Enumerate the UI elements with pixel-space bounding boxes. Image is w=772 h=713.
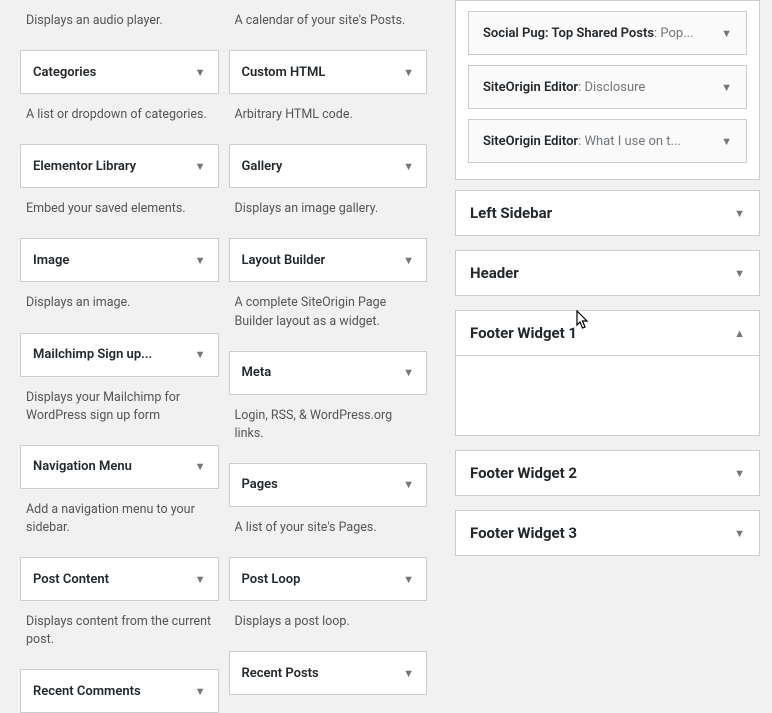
widget-title: Image <box>33 253 69 268</box>
chevron-down-icon: ▼ <box>195 460 206 473</box>
widget-title: Post Loop <box>242 572 301 587</box>
chevron-up-icon: ▲ <box>734 327 745 340</box>
widget-layout-builder[interactable]: Layout Builder ▼ <box>229 238 428 282</box>
chevron-down-icon: ▼ <box>734 527 745 540</box>
widget-pages[interactable]: Pages ▼ <box>229 463 428 507</box>
widget-desc: A list or dropdown of categories. <box>20 94 219 144</box>
placed-widget-social-pug[interactable]: Social Pug: Top Shared Posts: Pop... ▼ <box>468 11 747 55</box>
chevron-down-icon: ▼ <box>195 160 206 173</box>
widget-navigation-menu[interactable]: Navigation Menu ▼ <box>20 445 219 489</box>
area-title: Footer Widget 1 <box>470 324 577 342</box>
available-widgets-col-1: Displays an audio player. Categories ▼ A… <box>20 0 219 713</box>
widget-recent-posts[interactable]: Recent Posts ▼ <box>229 651 428 695</box>
sidebar-area-open: Social Pug: Top Shared Posts: Pop... ▼ S… <box>455 0 760 180</box>
sidebar-area-left-sidebar[interactable]: Left Sidebar ▼ <box>455 190 760 236</box>
chevron-down-icon: ▼ <box>734 467 745 480</box>
chevron-down-icon: ▼ <box>403 254 414 267</box>
chevron-down-icon: ▼ <box>721 81 732 94</box>
chevron-down-icon: ▼ <box>403 66 414 79</box>
chevron-down-icon: ▼ <box>403 478 414 491</box>
sidebar-area-footer-widget-2[interactable]: Footer Widget 2 ▼ <box>455 450 760 496</box>
widget-post-content[interactable]: Post Content ▼ <box>20 557 219 601</box>
widget-desc: A calendar of your site's Posts. <box>229 0 428 50</box>
widget-meta[interactable]: Meta ▼ <box>229 351 428 395</box>
widget-categories[interactable]: Categories ▼ <box>20 50 219 94</box>
sidebar-area-footer-widget-1-body[interactable] <box>455 356 760 436</box>
widget-title: Layout Builder <box>242 253 326 268</box>
placed-widget-label: Social Pug: Top Shared Posts: Pop... <box>483 26 715 41</box>
widget-title: Post Content <box>33 572 109 587</box>
widget-desc: A complete SiteOrigin Page Builder layou… <box>229 282 428 350</box>
chevron-down-icon: ▼ <box>195 348 206 361</box>
widget-mailchimp-signup[interactable]: Mailchimp Sign up... ▼ <box>20 333 219 377</box>
sidebar-area-footer-widget-1[interactable]: Footer Widget 1 ▲ <box>455 310 760 356</box>
widget-elementor-library[interactable]: Elementor Library ▼ <box>20 144 219 188</box>
chevron-down-icon: ▼ <box>195 685 206 698</box>
chevron-down-icon: ▼ <box>734 207 745 220</box>
placed-widget-siteorigin-whatiuse[interactable]: SiteOrigin Editor: What I use on t... ▼ <box>468 119 747 163</box>
widget-title: Elementor Library <box>33 159 136 174</box>
area-title: Footer Widget 2 <box>470 464 577 482</box>
widget-title: Meta <box>242 365 272 380</box>
widget-desc: Displays an audio player. <box>20 0 219 50</box>
widget-desc: A list of your site's Pages. <box>229 507 428 557</box>
widget-title: Mailchimp Sign up... <box>33 347 152 362</box>
placed-widget-siteorigin-disclosure[interactable]: SiteOrigin Editor: Disclosure ▼ <box>468 65 747 109</box>
widget-post-loop[interactable]: Post Loop ▼ <box>229 557 428 601</box>
chevron-down-icon: ▼ <box>195 254 206 267</box>
chevron-down-icon: ▼ <box>734 267 745 280</box>
widget-custom-html[interactable]: Custom HTML ▼ <box>229 50 428 94</box>
chevron-down-icon: ▼ <box>721 27 732 40</box>
chevron-down-icon: ▼ <box>403 160 414 173</box>
widget-desc: Add a navigation menu to your sidebar. <box>20 489 219 557</box>
chevron-down-icon: ▼ <box>403 667 414 680</box>
chevron-down-icon: ▼ <box>403 366 414 379</box>
available-widgets-col-2: A calendar of your site's Posts. Custom … <box>229 0 428 713</box>
widget-desc: Displays an image. <box>20 282 219 332</box>
area-title: Header <box>470 264 519 282</box>
widget-desc: Arbitrary HTML code. <box>229 94 428 144</box>
area-title: Footer Widget 3 <box>470 524 577 542</box>
sidebar-area-header[interactable]: Header ▼ <box>455 250 760 296</box>
widget-desc: Login, RSS, & WordPress.org links. <box>229 395 428 463</box>
chevron-down-icon: ▼ <box>195 573 206 586</box>
widget-title: Gallery <box>242 159 283 174</box>
sidebar-area-footer-widget-3[interactable]: Footer Widget 3 ▼ <box>455 510 760 556</box>
widget-recent-comments[interactable]: Recent Comments ▼ <box>20 669 219 713</box>
chevron-down-icon: ▼ <box>195 66 206 79</box>
widget-title: Custom HTML <box>242 65 326 80</box>
widget-desc: Displays a post loop. <box>229 601 428 651</box>
widget-title: Recent Comments <box>33 684 141 699</box>
widget-desc: Displays your Mailchimp for WordPress si… <box>20 377 219 445</box>
area-title: Left Sidebar <box>470 204 552 222</box>
widget-desc: Displays an image gallery. <box>229 188 428 238</box>
placed-widget-label: SiteOrigin Editor: Disclosure <box>483 80 715 95</box>
widget-desc: Embed your saved elements. <box>20 188 219 238</box>
widget-gallery[interactable]: Gallery ▼ <box>229 144 428 188</box>
widget-title: Navigation Menu <box>33 459 132 474</box>
placed-widget-label: SiteOrigin Editor: What I use on t... <box>483 134 715 149</box>
widget-title: Pages <box>242 477 278 492</box>
widget-desc: Displays content from the current post. <box>20 601 219 669</box>
widget-title: Categories <box>33 65 96 80</box>
widget-title: Recent Posts <box>242 666 319 681</box>
chevron-down-icon: ▼ <box>403 573 414 586</box>
widget-image[interactable]: Image ▼ <box>20 238 219 282</box>
chevron-down-icon: ▼ <box>721 135 732 148</box>
